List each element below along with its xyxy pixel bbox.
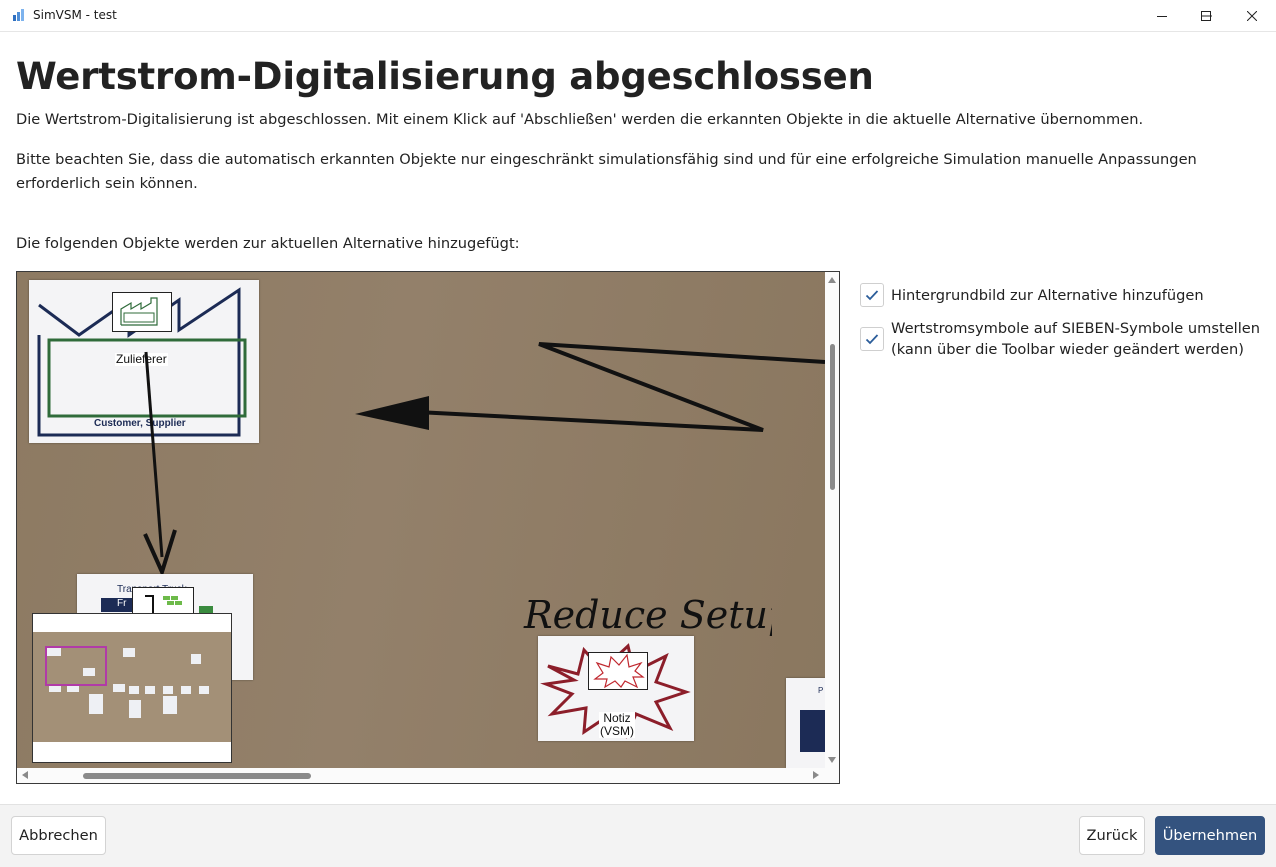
minimize-icon [1157, 15, 1167, 17]
close-icon [1247, 10, 1257, 21]
completion-description: Die Wertstrom-Digitalisierung ist abgesc… [16, 111, 1144, 128]
minimap-viewport[interactable] [45, 646, 107, 686]
cancel-button[interactable]: Abbrechen [11, 816, 106, 855]
truck-icon [145, 595, 182, 614]
maximize-icon [1201, 10, 1211, 21]
add-background-label: Hintergrundbild zur Alternative hinzufüg… [891, 287, 1204, 304]
dialog-footer: Abbrechen Zurück Übernehmen [0, 804, 1276, 867]
minimize-button[interactable] [1139, 0, 1185, 31]
kaizen-burst-icon [593, 653, 645, 689]
title-bar: SimVSM - test [0, 0, 1276, 32]
checkmark-icon [865, 334, 879, 345]
objects-intro: Die folgenden Objekte werden zur aktuell… [16, 235, 520, 252]
detection-preview[interactable]: Customer, Supplier Zulieferer Transport … [16, 271, 840, 784]
simulation-notice: Bitte beachten Sie, dass die automatisch… [16, 151, 1197, 192]
scroll-left-icon[interactable] [22, 771, 28, 779]
add-background-checkbox[interactable] [860, 283, 884, 307]
switch-symbols-label: Wertstromsymbole auf SIEBEN-Symbole umst… [891, 320, 1261, 358]
scroll-right-icon[interactable] [813, 771, 819, 779]
switch-symbols-checkbox[interactable] [860, 327, 884, 351]
background-photo: Customer, Supplier Zulieferer Transport … [17, 272, 825, 768]
window-title: SimVSM - test [33, 8, 117, 22]
horizontal-scroll-thumb[interactable] [83, 773, 311, 779]
apply-button[interactable]: Übernehmen [1155, 816, 1265, 855]
page-title: Wertstrom-Digitalisierung abgeschlossen [16, 55, 874, 98]
minimap[interactable] [32, 613, 232, 763]
scroll-down-icon[interactable] [828, 757, 836, 763]
horizontal-scrollbar[interactable] [17, 768, 839, 783]
close-button[interactable] [1229, 0, 1275, 31]
vertical-scrollbar[interactable] [825, 272, 839, 768]
maximize-button[interactable] [1183, 0, 1229, 31]
object-label-note: Notiz (VSM) [599, 711, 635, 738]
scroll-up-icon[interactable] [828, 277, 836, 283]
partial-sheet-letter: P [818, 686, 824, 695]
simvsm-logo-icon [13, 9, 24, 21]
note-symbol[interactable] [588, 652, 648, 690]
handwriting-reduce-setup: Reduce Setup [523, 593, 772, 637]
checkmark-icon [865, 290, 879, 301]
partial-sheet: P [786, 678, 825, 768]
back-button[interactable]: Zurück [1079, 816, 1145, 855]
vertical-scroll-thumb[interactable] [830, 344, 835, 490]
